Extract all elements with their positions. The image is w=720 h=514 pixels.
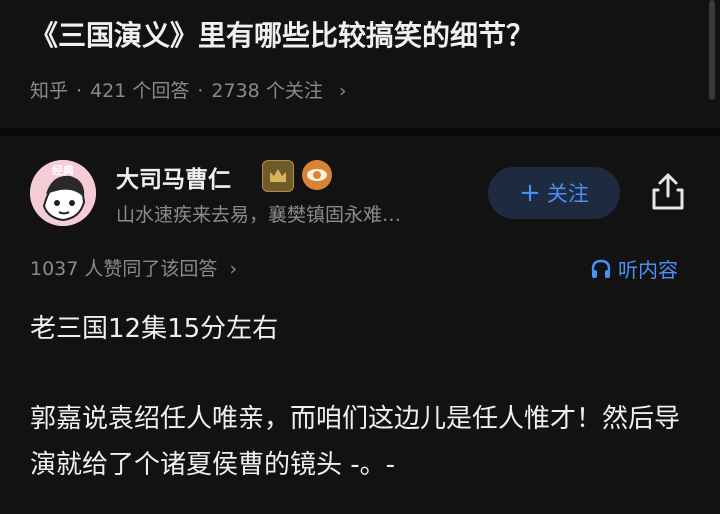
answer-count: 421 个回答: [90, 80, 190, 102]
avatar-text: 经典: [52, 163, 74, 177]
scrollbar[interactable]: [709, 0, 715, 100]
listen-label: 听内容: [618, 258, 678, 282]
headphones-icon: [591, 259, 611, 278]
avatar-illustration: 经典: [30, 160, 96, 226]
meta-separator: ·: [197, 80, 204, 102]
follow-count: 2738 个关注: [211, 80, 323, 102]
chevron-right-icon: ›: [229, 258, 238, 280]
meta-separator: ·: [76, 80, 83, 102]
question-title[interactable]: 《三国演义》里有哪些比较搞笑的细节？: [30, 14, 534, 54]
chevron-right-icon: ›: [338, 80, 347, 102]
answer-paragraph: 老三国12集15分左右: [30, 314, 279, 344]
crown-badge-icon[interactable]: [262, 160, 294, 192]
listen-button[interactable]: 听内容: [590, 254, 678, 283]
follow-button[interactable]: + 关注: [488, 167, 620, 219]
follow-label: 关注: [546, 182, 589, 206]
question-meta[interactable]: 知乎 · 421 个回答 · 2738 个关注 ›: [30, 76, 346, 103]
section-divider: [0, 128, 720, 136]
share-icon[interactable]: [650, 172, 686, 212]
answer-paragraph: 郭嘉说袁绍任人唯亲，而咱们这边儿是任人惟才！然后导演就给了个诸夏侯曹的镜头 -。…: [30, 404, 681, 480]
author-name[interactable]: 大司马曹仁: [116, 160, 231, 194]
eye-badge-icon[interactable]: [302, 160, 332, 190]
source-label: 知乎: [30, 80, 69, 102]
author-bio: 山水速疾来去易，襄樊镇固永难…: [116, 204, 402, 226]
vote-count[interactable]: 1037 人赞同了该回答 ›: [30, 254, 237, 281]
avatar[interactable]: 经典: [30, 160, 96, 226]
plus-icon: +: [519, 178, 541, 208]
vote-count-label: 1037 人赞同了该回答: [30, 258, 218, 280]
